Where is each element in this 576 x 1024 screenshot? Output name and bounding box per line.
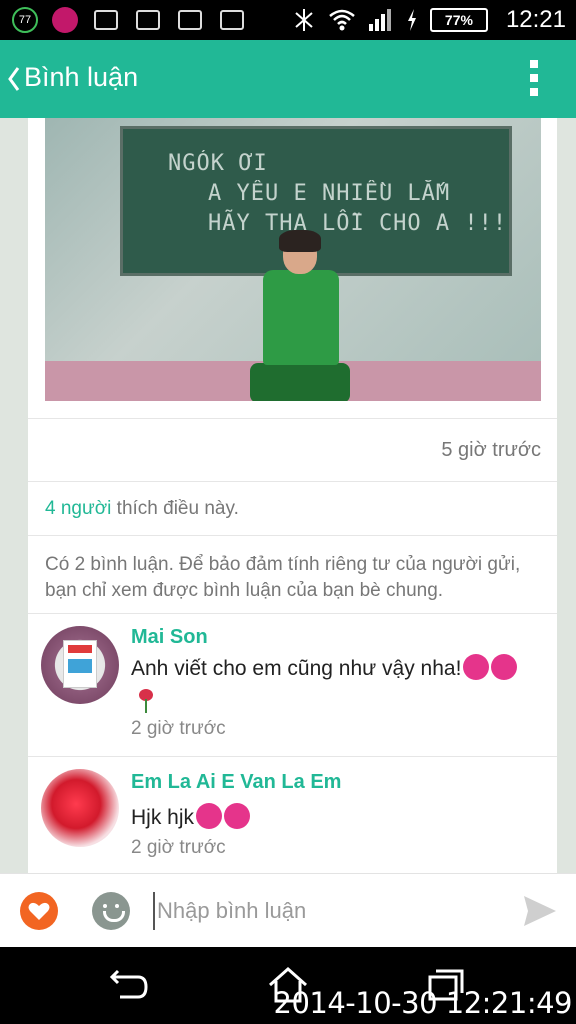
post-card: NGÓK ƠI A YÊU E NHIỀU LẮM HÃY THA LỖI CH… xyxy=(28,118,557,873)
comment-item: Mai Son Anh viết cho em cũng như vậy nha… xyxy=(28,614,557,757)
wifi-icon xyxy=(329,9,355,31)
comment-text-body: Hjk hjk xyxy=(131,806,195,829)
photo-icon xyxy=(92,6,120,34)
gallery-icon xyxy=(176,6,204,34)
battery-indicator: 77% xyxy=(429,8,488,32)
avatar[interactable] xyxy=(41,626,119,704)
comment-text-body: Anh viết cho em cũng như vậy nha! xyxy=(131,657,462,680)
send-icon[interactable] xyxy=(522,894,558,928)
comment-input[interactable] xyxy=(153,892,493,930)
avatar[interactable] xyxy=(41,769,119,847)
comment-item: Em La Ai E Van La Em Hjk hjk 2 giờ trước xyxy=(28,757,557,873)
system-nav-bar: 2014-10-30 12:21:49 xyxy=(0,947,576,1024)
comment-time: 2 giờ trước xyxy=(131,837,226,858)
grin-emoji-icon xyxy=(463,654,490,680)
status-bar: 77 77% 12:21 xyxy=(0,0,576,40)
board-line: A YÊU E NHIỀU LẮM xyxy=(208,181,451,206)
bluetooth-icon xyxy=(295,9,313,31)
likes-count[interactable]: 4 người xyxy=(45,498,111,519)
likes-suffix: thích điều này. xyxy=(111,498,239,519)
notification-count-icon: 77 xyxy=(12,7,38,33)
signal-icon xyxy=(368,9,391,31)
like-button[interactable] xyxy=(20,892,58,930)
tongue-emoji-icon xyxy=(491,654,518,680)
overflow-menu-icon[interactable] xyxy=(530,60,538,96)
comment-author[interactable]: Mai Son xyxy=(131,626,208,649)
tongue-emoji-icon xyxy=(196,803,223,829)
privacy-notice: Có 2 bình luận. Để bảo đảm tính riêng tư… xyxy=(28,536,557,614)
comment-time: 2 giờ trước xyxy=(131,718,226,739)
heart-icon xyxy=(28,902,50,920)
nav-back-icon[interactable] xyxy=(108,967,148,1001)
emoji-picker-button[interactable] xyxy=(92,892,130,930)
timestamp-overlay: 2014-10-30 12:21:49 xyxy=(273,986,573,1020)
comment-text: Hjk hjk xyxy=(131,801,531,834)
post-photo[interactable]: NGÓK ƠI A YÊU E NHIỀU LẮM HÃY THA LỖI CH… xyxy=(45,118,541,401)
app-notification-icon xyxy=(52,7,78,33)
notification-icons: 77 xyxy=(12,6,246,34)
system-icons: 77% 12:21 xyxy=(292,6,566,34)
tongue-emoji-icon xyxy=(224,803,251,829)
board-line: HÃY THA LỖI CHO A !!! xyxy=(208,211,508,236)
comment-composer xyxy=(0,873,576,947)
likes-row[interactable]: 4 người thích điều này. xyxy=(28,482,557,536)
back-icon[interactable] xyxy=(4,62,24,96)
board-line: NGÓK ƠI xyxy=(168,151,268,176)
clock: 12:21 xyxy=(505,6,566,33)
charging-icon xyxy=(407,9,416,31)
camera-icon xyxy=(134,6,162,34)
comment-text: Anh viết cho em cũng như vậy nha! xyxy=(131,652,531,718)
app-bar: Bình luận xyxy=(0,40,576,118)
comment-author[interactable]: Em La Ai E Van La Em xyxy=(131,771,341,794)
post-time: 5 giờ trước xyxy=(441,439,541,461)
page-title: Bình luận xyxy=(24,62,139,92)
rose-emoji-icon xyxy=(133,687,159,713)
checkbox-icon xyxy=(218,6,246,34)
post-time-row: 5 giờ trước xyxy=(28,418,557,482)
